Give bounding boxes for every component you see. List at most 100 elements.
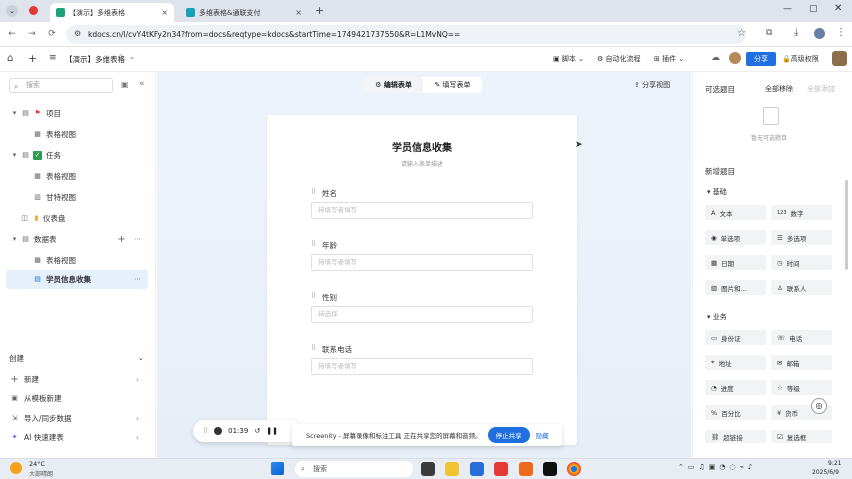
basic-section-title[interactable]: ▾ 基础 — [707, 187, 727, 197]
close-icon[interactable]: × — [161, 8, 168, 17]
drag-handle-icon[interactable]: ⠿ — [203, 427, 208, 435]
sidebar-item-task[interactable]: ▾ ▤ ✓ 任务 — [0, 146, 150, 165]
chip-address[interactable]: ⌖ 地址 — [705, 355, 766, 370]
field-phone-input[interactable]: 待填写者填写 — [311, 358, 533, 375]
create-from-template[interactable]: ▣ 从模板新建 — [0, 389, 150, 408]
chrome-icon[interactable] — [567, 462, 581, 476]
url-field[interactable]: ⚙ kdocs.cn/l/cvY4tKFy2n34?from=docs&reqt… — [66, 25, 746, 44]
sidebar-item-project[interactable]: ▾ ▤ ⚑ 项目 — [0, 104, 150, 123]
chip-phone[interactable]: ☏ 电话 — [771, 330, 832, 345]
browser-menu-icon[interactable]: ⌄ — [6, 5, 18, 17]
form-description[interactable]: 请输入表单描述 — [267, 159, 577, 168]
hide-button[interactable]: 隐藏 — [536, 430, 549, 440]
field-label[interactable]: 年龄 — [322, 240, 337, 251]
sidebar-item-student-form[interactable]: ▤ 学员信息收集 ⋯ — [6, 270, 148, 289]
expand-caret-icon[interactable]: ▾ — [10, 151, 19, 160]
reload-icon[interactable]: ⟳ — [46, 28, 58, 40]
user-avatar[interactable] — [832, 51, 847, 66]
collapse-sidebar-icon[interactable]: « — [139, 79, 145, 89]
more-icon[interactable]: ⋯ — [133, 275, 142, 284]
search-input[interactable]: ⌕ 搜索 — [9, 78, 113, 93]
stop-sharing-button[interactable]: 停止共享 — [487, 427, 530, 443]
chip-progress[interactable]: ◔ 进度 — [705, 380, 766, 395]
chip-email[interactable]: ✉ 邮箱 — [771, 355, 832, 370]
share-button[interactable]: 分享 — [746, 52, 776, 66]
create-ai-table[interactable]: ✦ AI 快速建表 › — [0, 428, 150, 447]
sidebar-item-table-view[interactable]: ▦ 表格视图 — [0, 251, 150, 270]
sidebar-item-gantt-view[interactable]: ▥ 甘特视图 — [0, 188, 150, 207]
add-all-button[interactable]: 全部添加 — [807, 84, 835, 94]
field-gender-select[interactable]: 待选择 — [311, 306, 533, 323]
chip-id-card[interactable]: ▭ 身份证 — [705, 330, 766, 345]
chip-checkbox[interactable]: ☑ 复选框 — [771, 430, 832, 443]
file-explorer-icon[interactable] — [445, 462, 459, 476]
more-icon[interactable]: ⋯ — [133, 235, 142, 244]
restart-icon[interactable]: ↺ — [254, 427, 260, 435]
weather-icon[interactable] — [10, 462, 22, 474]
chip-image[interactable]: ▧ 图片和... — [705, 280, 766, 295]
more-menu-icon[interactable]: ⋮ — [836, 27, 846, 38]
profile-icon[interactable] — [814, 28, 825, 39]
taskbar-search[interactable]: ⌕ 搜索 — [295, 461, 413, 477]
new-tab-icon[interactable]: + — [315, 4, 324, 17]
close-icon[interactable]: × — [295, 8, 302, 17]
title-chevron-icon[interactable]: ⌄ — [129, 53, 135, 61]
collapse-chevron-icon[interactable]: ⌄ — [138, 353, 144, 362]
sidebar-item-datatable[interactable]: ▾ ▤ 数据表 + ⋯ — [0, 230, 150, 249]
maximize-icon[interactable]: ▢ — [809, 4, 818, 14]
window-close-icon[interactable]: ✕ — [834, 3, 842, 14]
favorite-star-icon[interactable]: ☆ — [117, 53, 125, 63]
drag-handle-icon[interactable]: ⠿ — [311, 188, 316, 196]
wps-icon[interactable] — [494, 462, 508, 476]
chip-rating[interactable]: ☆ 等级 — [771, 380, 832, 395]
minimize-icon[interactable]: — — [783, 4, 792, 14]
task-view-icon[interactable] — [421, 462, 435, 476]
store-icon[interactable] — [470, 462, 484, 476]
floating-assistant-icon[interactable]: ◎ — [811, 398, 827, 414]
scrollbar[interactable] — [845, 180, 848, 270]
chip-date[interactable]: ▦ 日期 — [705, 255, 766, 270]
doc-title[interactable]: 【演示】多维表格 — [65, 54, 125, 65]
remove-all-button[interactable]: 全部移除 — [765, 84, 793, 94]
menu-icon[interactable]: ≡ — [49, 53, 57, 63]
system-tray-icons[interactable]: ⌃▭♫▣◔◌⌁♪ — [678, 463, 756, 471]
sidebar-item-table-view[interactable]: ▦ 表格视图 — [0, 167, 150, 186]
start-icon[interactable] — [271, 462, 284, 475]
sidebar-item-dashboard[interactable]: ◫ ▮ 仪表盘 — [0, 209, 150, 228]
tab-demo[interactable]: 【演示】多维表格 × — [50, 3, 174, 22]
extensions-icon[interactable]: ⧉ — [766, 28, 772, 38]
add-view-icon[interactable]: + — [117, 235, 126, 245]
create-import-sync[interactable]: ⇲ 导入/同步数据 › — [0, 409, 150, 428]
toolbar-plugin[interactable]: ⊞ 插件 ⌄ — [654, 54, 684, 64]
download-icon[interactable]: ⤓ — [794, 27, 798, 38]
chip-hyperlink[interactable]: ⛓ 超链接 — [705, 430, 766, 443]
home-icon[interactable]: ⌂ — [7, 53, 13, 64]
chip-number[interactable]: 123 数字 — [771, 205, 832, 220]
create-new[interactable]: + 新建 › — [0, 370, 150, 389]
form-title[interactable]: 学员信息收集 — [267, 139, 577, 154]
drag-handle-icon[interactable]: ⠿ — [311, 240, 316, 248]
sidebar-layout-icon[interactable]: ▣ — [121, 80, 129, 89]
drag-handle-icon[interactable]: ⠿ — [311, 292, 316, 300]
chip-contact[interactable]: ♙ 联系人 — [771, 280, 832, 295]
field-name-input[interactable]: 待填写者填写 — [311, 202, 533, 219]
expand-caret-icon[interactable]: ▾ — [10, 109, 19, 118]
drag-handle-icon[interactable]: ⠿ — [311, 344, 316, 352]
app-icon[interactable] — [519, 462, 533, 476]
business-section-title[interactable]: ▾ 业务 — [707, 312, 727, 322]
site-info-icon[interactable]: ⚙ — [74, 29, 81, 38]
add-icon[interactable]: + — [28, 52, 37, 65]
avatar[interactable] — [729, 52, 741, 64]
field-age-input[interactable]: 待填写者填写 — [311, 254, 533, 271]
chip-time[interactable]: ◷ 时间 — [771, 255, 832, 270]
chip-multi-select[interactable]: ☰ 多选项 — [771, 230, 832, 245]
forward-icon[interactable]: → — [26, 28, 38, 40]
back-icon[interactable]: ← — [6, 28, 18, 40]
chip-percent[interactable]: % 百分比 — [705, 405, 766, 420]
sidebar-item-table-view[interactable]: ▦ 表格视图 — [0, 125, 150, 144]
bookmark-star-icon[interactable]: ☆ — [737, 28, 746, 39]
share-view-button[interactable]: ⇪ 分享视图 — [634, 80, 670, 90]
capcut-icon[interactable] — [543, 462, 557, 476]
chip-single-select[interactable]: ◉ 单选项 — [705, 230, 766, 245]
field-label[interactable]: 联系电话 — [322, 344, 352, 355]
